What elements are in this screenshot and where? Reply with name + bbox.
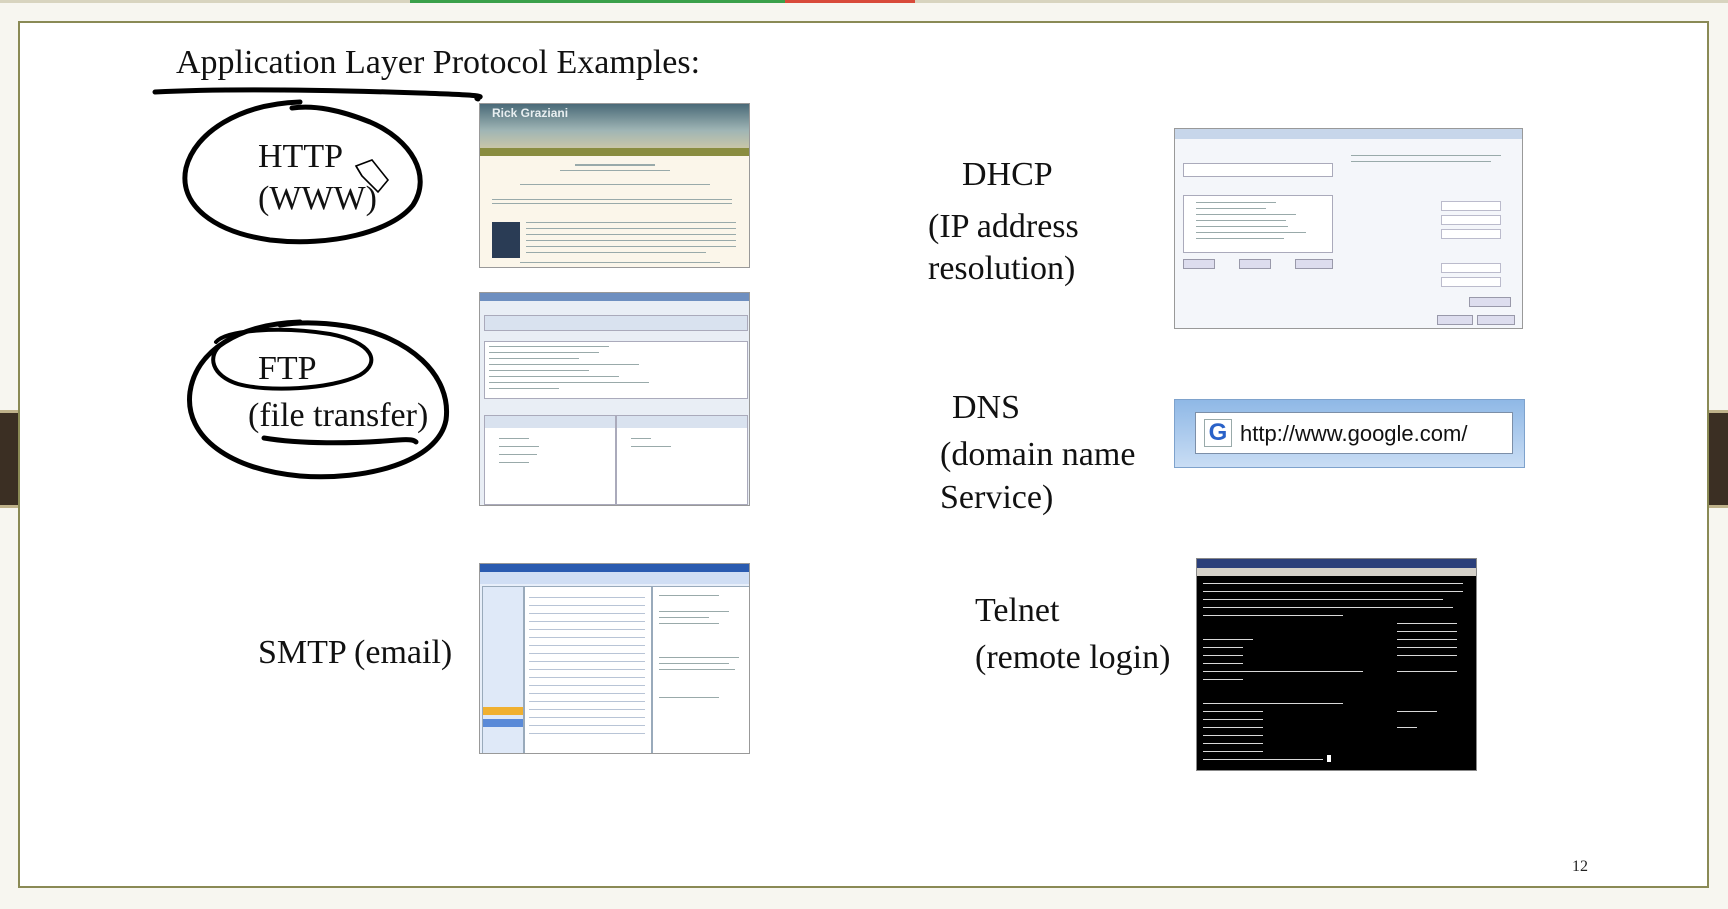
dhcp-description-line2: resolution) xyxy=(928,250,1076,287)
email-reading-pane xyxy=(652,586,749,753)
webpage-nav-bar xyxy=(480,148,749,156)
dhcp-label: DHCP xyxy=(962,156,1053,193)
ftp-remote-pane xyxy=(616,415,748,505)
address-bar-url: http://www.google.com/ xyxy=(1240,421,1468,446)
email-client-screenshot xyxy=(479,563,750,754)
email-toolbar xyxy=(480,572,749,584)
dns-description-line2: Service) xyxy=(940,479,1054,516)
top-progress-bar xyxy=(0,0,1728,3)
dns-description-line1: (domain name xyxy=(940,436,1136,473)
slide-title: Application Layer Protocol Examples: xyxy=(176,44,701,81)
email-titlebar xyxy=(480,564,749,572)
webpage-banner-title: Rick Graziani xyxy=(492,106,569,120)
ftp-log-panel xyxy=(484,341,748,399)
dns-label: DNS xyxy=(952,389,1021,426)
dhcp-description-line1: (IP address xyxy=(928,208,1079,245)
ipv4-properties-dialog xyxy=(1341,129,1522,328)
ftp-local-pane xyxy=(484,415,616,505)
progress-segment-green xyxy=(410,0,785,3)
dns-browser-address-bar-screenshot: G http://www.google.com/ xyxy=(1174,399,1525,468)
dhcp-network-properties-screenshot xyxy=(1174,128,1523,329)
ftp-toolbar xyxy=(484,315,748,331)
telnet-description: (remote login) xyxy=(975,639,1171,676)
http-webpage-screenshot: Rick Graziani xyxy=(479,103,750,268)
telnet-label: Telnet xyxy=(975,592,1060,629)
http-label: HTTP xyxy=(258,138,343,175)
google-favicon-icon: G xyxy=(1204,419,1232,447)
page-number: 12 xyxy=(1572,858,1588,875)
ftp-client-screenshot xyxy=(479,292,750,506)
email-message-list xyxy=(524,586,652,753)
email-folder-pane xyxy=(482,586,524,753)
http-description: (WWW) xyxy=(258,180,377,217)
telnet-terminal-screenshot xyxy=(1196,558,1477,771)
webpage-banner: Rick Graziani xyxy=(480,104,749,148)
terminal-cursor xyxy=(1327,755,1331,762)
ftp-label: FTP xyxy=(258,350,317,387)
smtp-label: SMTP (email) xyxy=(258,634,453,671)
terminal-titlebar xyxy=(1197,559,1476,568)
address-bar[interactable]: G http://www.google.com/ xyxy=(1195,412,1513,454)
connection-properties-dialog xyxy=(1175,129,1342,328)
terminal-menubar xyxy=(1197,568,1476,576)
ftp-titlebar xyxy=(480,293,749,301)
ftp-description: (file transfer) xyxy=(248,397,429,434)
webpage-photo xyxy=(492,222,520,258)
progress-segment-red xyxy=(785,0,915,3)
